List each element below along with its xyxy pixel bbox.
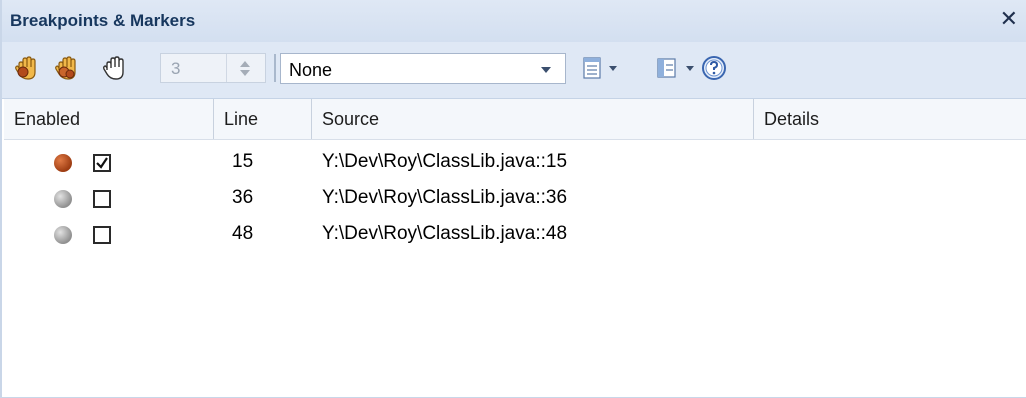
column-details-label: Details [764,109,820,129]
toolbar-separator [274,54,276,82]
layout-dropdown-icon[interactable] [686,66,694,71]
column-enabled-label: Enabled [14,109,81,129]
source-cell: Y:\Dev\Roy\ClassLib.java::48 [322,223,568,244]
filter-dropdown[interactable]: None [280,53,566,84]
enabled-checkbox[interactable] [93,226,111,244]
source-cell: Y:\Dev\Roy\ClassLib.java::36 [322,187,568,208]
column-enabled[interactable]: Enabled [4,99,214,139]
breakpoint-active-icon [54,154,72,172]
close-icon[interactable]: ✕ [1000,8,1018,30]
stepper-down-icon[interactable] [240,70,250,76]
breakpoints-panel: Breakpoints & Markers ✕ 3 None Enabled L… [0,0,1026,398]
stepper-arrows[interactable] [226,54,263,82]
count-value: 3 [171,59,181,78]
source-cell: Y:\Dev\Roy\ClassLib.java::15 [322,151,568,172]
list-view-icon[interactable] [582,56,604,80]
enabled-checkbox[interactable] [93,154,111,172]
help-icon[interactable] [700,54,728,82]
enabled-checkbox[interactable] [93,190,111,208]
chevron-down-icon[interactable] [541,67,551,73]
filter-selected: None [289,60,333,80]
column-line[interactable]: Line [214,99,312,139]
set-marker-hand-icon[interactable] [52,52,84,84]
line-cell: 36 [232,187,254,208]
toolbar: 3 None [2,42,1026,99]
line-cell: 48 [232,223,254,244]
table-row[interactable]: 48 Y:\Dev\Roy\ClassLib.java::48 [4,218,1026,254]
breakpoint-inactive-icon [54,190,72,208]
count-stepper[interactable]: 3 [160,53,266,83]
column-line-label: Line [224,109,259,129]
line-cell: 15 [232,151,254,172]
table-row[interactable]: 15 Y:\Dev\Roy\ClassLib.java::15 [4,146,1026,182]
panel-title: Breakpoints & Markers [10,11,196,30]
column-source-label: Source [322,109,380,129]
column-source[interactable]: Source [312,99,754,139]
table-row[interactable]: 36 Y:\Dev\Roy\ClassLib.java::36 [4,182,1026,218]
column-details[interactable]: Details [754,99,1026,139]
column-header: Enabled Line Source Details [4,99,1026,140]
outline-hand-icon[interactable] [100,52,132,84]
list-view-dropdown-icon[interactable] [609,66,617,71]
set-breakpoint-hand-icon[interactable] [12,52,44,84]
breakpoint-inactive-icon [54,226,72,244]
layout-icon[interactable] [656,56,678,80]
stepper-up-icon[interactable] [240,61,250,67]
title-bar: Breakpoints & Markers ✕ [2,0,1026,42]
